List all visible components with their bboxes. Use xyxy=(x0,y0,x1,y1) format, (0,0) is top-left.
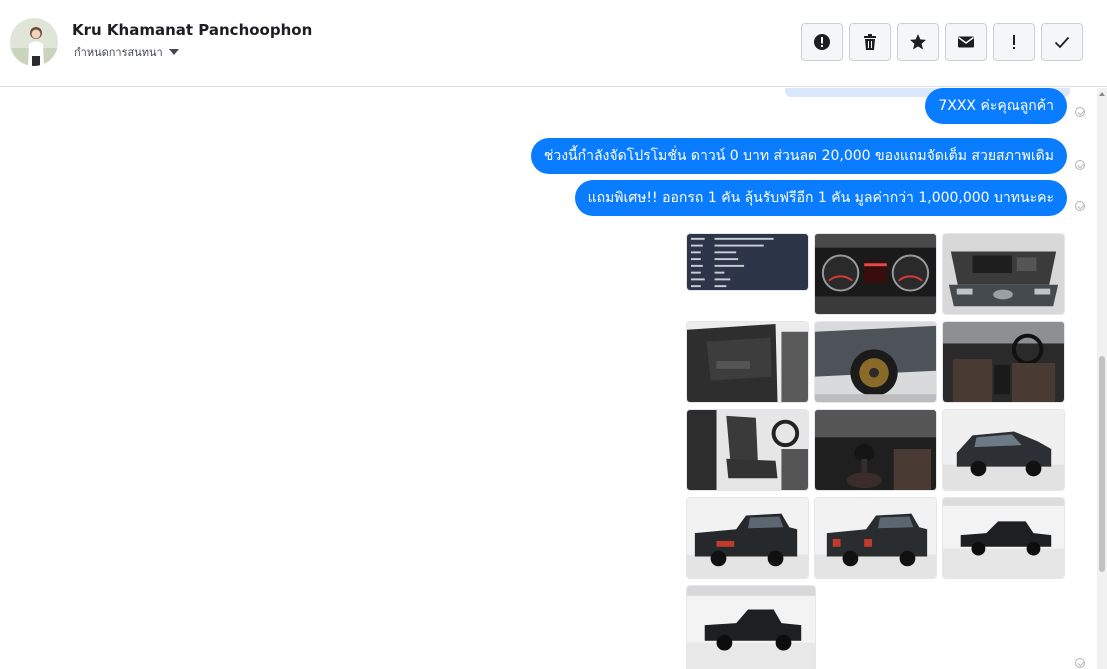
star-button[interactable] xyxy=(897,23,939,61)
trash-icon xyxy=(864,34,876,50)
rear-view-photo[interactable] xyxy=(814,497,937,579)
dashboard-gauges-photo[interactable] xyxy=(814,233,937,315)
message-text: 7XXX ค่ะคุณลูกค้า xyxy=(938,98,1054,114)
message-bubble[interactable]: 7XXX ค่ะคุณลูกค้า xyxy=(925,88,1067,124)
door-interior-photo[interactable] xyxy=(686,321,809,403)
exclamation-icon xyxy=(1013,35,1015,49)
follow-up-button[interactable] xyxy=(993,23,1035,61)
sent-check-icon xyxy=(1075,107,1085,117)
gear-shift-photo[interactable] xyxy=(814,409,937,491)
cabin-interior-photo[interactable] xyxy=(942,321,1065,403)
front-seat-photo[interactable] xyxy=(686,409,809,491)
avatar[interactable] xyxy=(10,18,58,66)
sent-check-icon xyxy=(1075,201,1085,211)
contact-name: Kru Khamanat Panchoophon xyxy=(72,21,313,39)
side-profile-photo[interactable] xyxy=(942,497,1065,579)
message-bubble[interactable]: ช่วงนี้กำลังจัดโปรโมชั่น ดาวน์ 0 บาท ส่ว… xyxy=(530,138,1067,174)
delete-button[interactable] xyxy=(849,23,891,61)
message-bubble[interactable]: แถมพิเศษ!! ออกรถ 1 คัน ลุ้นรับฟรีอีก 1 ค… xyxy=(574,180,1067,216)
conversation-settings-dropdown[interactable]: กำหนดการสนทนา xyxy=(74,43,179,61)
message-text: แถมพิเศษ!! ออกรถ 1 คัน ลุ้นรับฟรีอีก 1 ค… xyxy=(587,190,1054,206)
mail-icon xyxy=(958,36,974,48)
caret-down-icon xyxy=(168,49,179,55)
conversation-header: Kru Khamanat Panchoophon กำหนดการสนทนา xyxy=(0,0,1107,87)
sent-check-icon xyxy=(1075,160,1085,170)
engine-bay-photo[interactable] xyxy=(942,233,1065,315)
registration-document-photo[interactable] xyxy=(686,233,809,291)
front-three-quarter-photo[interactable] xyxy=(942,409,1065,491)
conversation-settings-label: กำหนดการสนทนา xyxy=(74,46,163,59)
message-thread[interactable]: 7XXX ค่ะคุณลูกค้า ช่วงนี้กำลังจัดโปรโมชั… xyxy=(0,88,1097,669)
side-view-photo[interactable] xyxy=(686,585,816,669)
mark-spam-button[interactable] xyxy=(801,23,843,61)
scrollbar-thumb[interactable] xyxy=(1099,356,1105,572)
front-wheel-photo[interactable] xyxy=(814,321,937,403)
mark-unread-button[interactable] xyxy=(945,23,987,61)
alert-circle-icon xyxy=(814,34,830,50)
scroll-up-arrow-icon[interactable] xyxy=(1099,92,1105,96)
mark-done-button[interactable] xyxy=(1041,23,1083,61)
star-icon xyxy=(910,34,926,50)
message-text: ช่วงนี้กำลังจัดโปรโมชั่น ดาวน์ 0 บาท ส่ว… xyxy=(543,148,1054,164)
check-icon xyxy=(1054,36,1070,49)
scrollbar[interactable] xyxy=(1097,88,1107,669)
rear-three-quarter-photo[interactable] xyxy=(686,497,809,579)
sent-check-icon xyxy=(1075,658,1085,668)
conversation-toolbar xyxy=(801,23,1083,61)
